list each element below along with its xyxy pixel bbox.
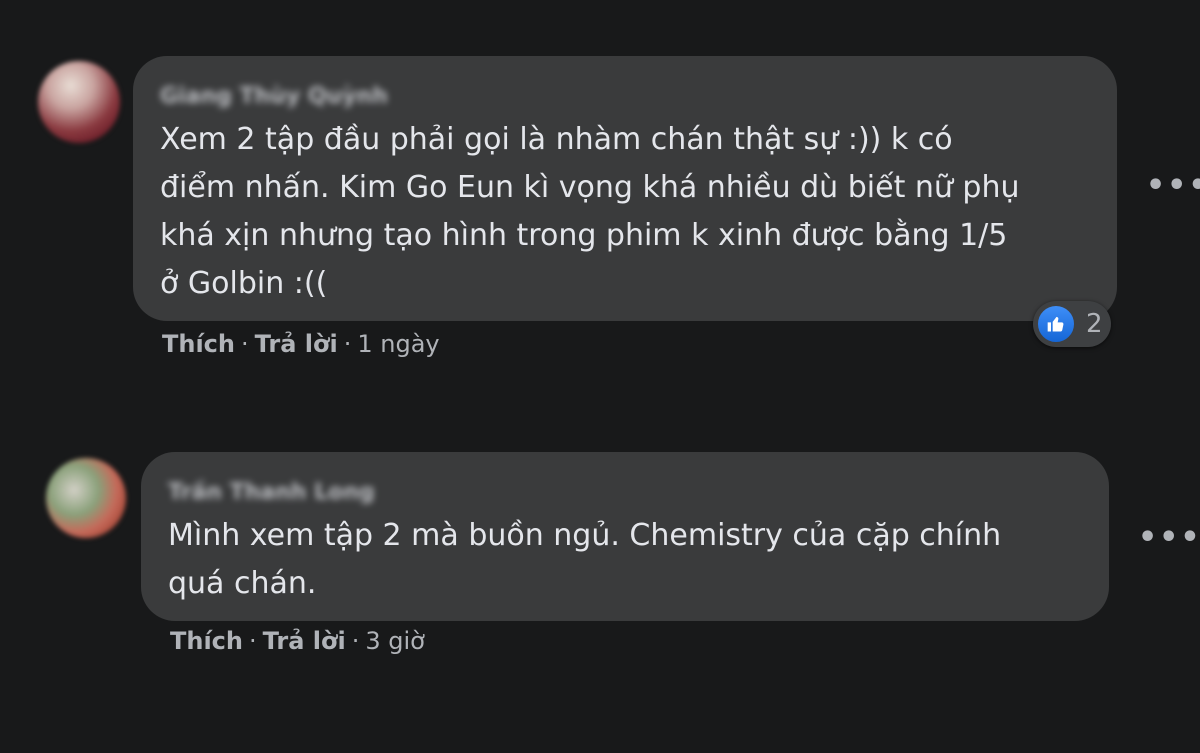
- comment-author[interactable]: Trần Thanh Long: [168, 480, 375, 505]
- like-icon: [1036, 304, 1076, 344]
- like-button[interactable]: Thích: [170, 627, 243, 655]
- comment-actions: Thích · Trả lời · 1 ngày: [162, 330, 440, 358]
- timestamp[interactable]: 3 giờ: [365, 627, 424, 655]
- avatar[interactable]: [38, 61, 120, 143]
- more-options-icon[interactable]: •••: [1146, 168, 1200, 203]
- reaction-count: 2: [1086, 309, 1103, 339]
- reaction-summary[interactable]: 2: [1033, 301, 1111, 347]
- comment-author[interactable]: Giang Thùy Quỳnh: [160, 84, 388, 109]
- comment-text: Mình xem tập 2 mà buồn ngủ. Chemistry củ…: [168, 518, 1002, 601]
- reply-button[interactable]: Trả lời: [263, 627, 346, 655]
- like-button[interactable]: Thích: [162, 330, 235, 358]
- timestamp[interactable]: 1 ngày: [357, 330, 439, 358]
- more-options-icon[interactable]: •••: [1138, 520, 1200, 555]
- comment-text: Xem 2 tập đầu phải gọi là nhàm chán thật…: [160, 122, 1020, 301]
- avatar[interactable]: [46, 458, 126, 538]
- comment-actions: Thích · Trả lời · 3 giờ: [170, 627, 425, 655]
- reply-button[interactable]: Trả lời: [255, 330, 338, 358]
- comments-panel: Giang Thùy Quỳnh Xem 2 tập đầu phải gọi …: [0, 0, 1200, 753]
